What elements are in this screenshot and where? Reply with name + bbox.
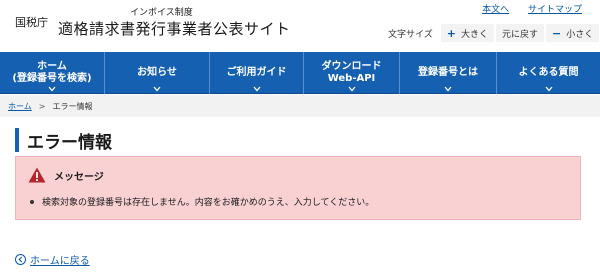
nav-item-label: 登録番号とは	[418, 67, 478, 78]
chevron-down-icon	[444, 86, 452, 92]
site-header: 国税庁 インボイス制度 適格請求書発行事業者公表サイト 本文へ サイトマップ 文…	[0, 0, 600, 52]
font-smaller-button[interactable]: − 小さく	[545, 24, 600, 42]
back-to-home[interactable]: ホームに戻る	[15, 252, 90, 267]
nav-item-label: ホーム	[37, 61, 67, 72]
alert-message-item: 検索対象の登録番号は存在しません。内容をお確かめのうえ、入力してください。	[30, 195, 374, 208]
breadcrumb: ホーム > エラー情報	[0, 95, 600, 117]
breadcrumb-separator: >	[38, 101, 46, 111]
global-nav: ホーム (登録番号を検索) お知らせ ご利用ガイド ダウンロード Web-API…	[0, 52, 600, 94]
warning-icon	[28, 167, 46, 183]
alert-header: メッセージ	[28, 167, 104, 183]
nav-item-faq[interactable]: よくある質問	[497, 52, 600, 94]
back-to-home-link[interactable]: ホームに戻る	[30, 252, 90, 267]
chevron-down-icon	[545, 86, 552, 92]
page-heading: エラー情報	[15, 128, 112, 153]
nav-item-home[interactable]: ホーム (登録番号を検索)	[0, 52, 105, 94]
bullet-icon	[30, 199, 34, 204]
nav-item-news[interactable]: お知らせ	[105, 52, 210, 94]
breadcrumb-current: エラー情報	[52, 101, 93, 111]
alert-message: 検索対象の登録番号は存在しません。内容をお確かめのうえ、入力してください。	[42, 198, 375, 208]
font-size-controls: 文字サイズ + 大きく 元に戻す − 小さく	[388, 24, 600, 42]
nav-item-label: ダウンロード	[321, 61, 382, 72]
alert-title: メッセージ	[54, 171, 104, 183]
plus-icon: +	[446, 26, 456, 40]
nav-item-label: よくある質問	[518, 67, 579, 78]
breadcrumb-home-link[interactable]: ホーム	[8, 101, 32, 112]
font-smaller-label: 小さく	[566, 29, 594, 40]
nav-item-sublabel: (登録番号を検索)	[12, 73, 92, 84]
font-reset-button[interactable]: 元に戻す	[495, 24, 544, 42]
top-links: 本文へ サイトマップ	[466, 2, 582, 15]
chevron-down-icon	[253, 86, 260, 92]
font-larger-button[interactable]: + 大きく	[440, 24, 494, 42]
page-title: エラー情報	[27, 132, 112, 153]
nav-item-download[interactable]: ダウンロード Web-API	[304, 52, 400, 94]
font-reset-label: 元に戻す	[501, 29, 538, 40]
nav-item-label: お知らせ	[137, 67, 177, 78]
sitemap-link[interactable]: サイトマップ	[528, 5, 582, 15]
nav-item-registration-number[interactable]: 登録番号とは	[400, 52, 497, 94]
skip-to-content-link[interactable]: 本文へ	[482, 5, 509, 15]
error-alert: メッセージ 検索対象の登録番号は存在しません。内容をお確かめのうえ、入力してくだ…	[15, 156, 581, 220]
nav-item-label: ご利用ガイド	[226, 67, 287, 78]
font-larger-label: 大きく	[460, 29, 488, 40]
chevron-left-icon	[15, 254, 26, 265]
chevron-down-icon	[153, 86, 161, 92]
agency-name[interactable]: 国税庁	[15, 14, 48, 30]
chevron-down-icon	[348, 86, 355, 92]
site-title[interactable]: 適格請求書発行事業者公表サイト	[58, 18, 291, 39]
nav-item-guide[interactable]: ご利用ガイド	[210, 52, 304, 94]
minus-icon: −	[551, 26, 562, 40]
nav-item-sublabel: Web-API	[327, 73, 376, 84]
site-subtitle: インボイス制度	[130, 8, 193, 18]
font-size-label: 文字サイズ	[388, 29, 433, 40]
chevron-down-icon	[48, 86, 56, 92]
